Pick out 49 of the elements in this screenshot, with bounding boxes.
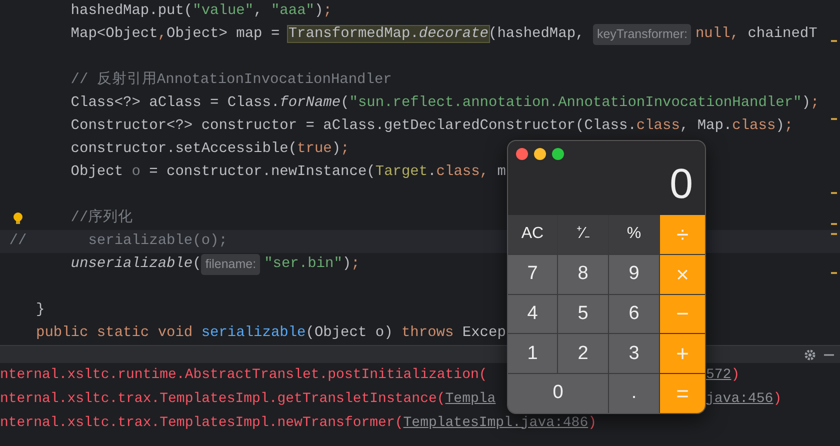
warning-stripe-mark (831, 223, 837, 225)
code-line: //序列化 (70, 208, 134, 228)
warning-stripe-mark (831, 40, 837, 42)
code-line: unserializable( (70, 254, 202, 274)
warning-stripe-mark (831, 233, 837, 235)
code-line: serializable(o); (87, 232, 228, 251)
stack-trace-link[interactable]: 572 (706, 366, 732, 382)
code-line: null, chainedT (695, 24, 818, 44)
code-line: public static void serializable(Object o) throws Excep (36, 324, 506, 343)
calculator-key[interactable]: 7 (508, 254, 557, 294)
code-line: Object o = constructor.newInstance(Target.class, m (70, 162, 506, 182)
code-line: } (36, 300, 45, 320)
calculator-key[interactable]: 2 (558, 334, 608, 374)
calculator-key[interactable]: 6 (609, 294, 659, 334)
parameter-hint: keyTransformer: (592, 24, 692, 45)
calculator-key[interactable]: . (609, 374, 659, 413)
console-line: nternal.xsltc.runtime.AbstractTranslet.postInitialization( (0, 366, 488, 384)
code-line: hashedMap.put("value", "aaa"); (70, 2, 332, 21)
close-icon[interactable] (516, 148, 528, 160)
code-line: Class<?> aClass = Class.forName("sun.reflect.annotation.AnnotationInvocationHandler"); (70, 94, 820, 113)
console-line: 572) (706, 366, 741, 384)
settings-icon[interactable] (804, 348, 816, 360)
calculator-key[interactable]: 8 (558, 254, 608, 294)
code-line: constructor.setAccessible(true); (70, 140, 350, 159)
stack-trace-link[interactable]: TemplatesImpl.java:486 (403, 414, 588, 430)
console-line: nternal.xsltc.trax.TemplatesImpl.newTransformer(TemplatesImpl.java:486) (0, 414, 598, 432)
minimize-icon[interactable] (534, 148, 546, 160)
calculator-display: 0 (668, 160, 694, 209)
console-line: java:456) (706, 390, 783, 408)
calculator-key[interactable]: 9 (609, 254, 659, 294)
calculator-key[interactable]: 4 (508, 294, 557, 334)
line-marker: // (9, 232, 27, 251)
code-line: "ser.bin"); (264, 254, 360, 274)
stack-trace-link[interactable]: java:456 (706, 390, 774, 406)
calculator-key[interactable]: 1 (508, 334, 557, 374)
warning-stripe-mark (831, 118, 837, 120)
zoom-icon[interactable] (552, 148, 564, 160)
warning-stripe-mark (831, 272, 837, 274)
warning-stripe-mark (831, 192, 837, 194)
stack-trace-link[interactable]: Templa (445, 390, 496, 406)
lightbulb-icon[interactable] (13, 212, 23, 225)
code-line: // 反射引用AnnotationInvocationHandler (70, 70, 392, 90)
calculator-key[interactable]: 5 (558, 294, 608, 334)
code-line: Constructor<?> constructor = aClass.getDeclaredConstructor(Class.class, Map.class); (70, 116, 794, 136)
console-line: nternal.xsltc.trax.TemplatesImpl.getTransletInstance(Templa (0, 390, 497, 408)
calculator-key[interactable]: 0 (508, 374, 608, 413)
code-line: Map<Object,Object> map = TransformedMap.decorate(hashedMap, (70, 24, 586, 44)
calculator-key[interactable]: 3 (609, 334, 659, 374)
parameter-hint: filename: (201, 254, 260, 275)
